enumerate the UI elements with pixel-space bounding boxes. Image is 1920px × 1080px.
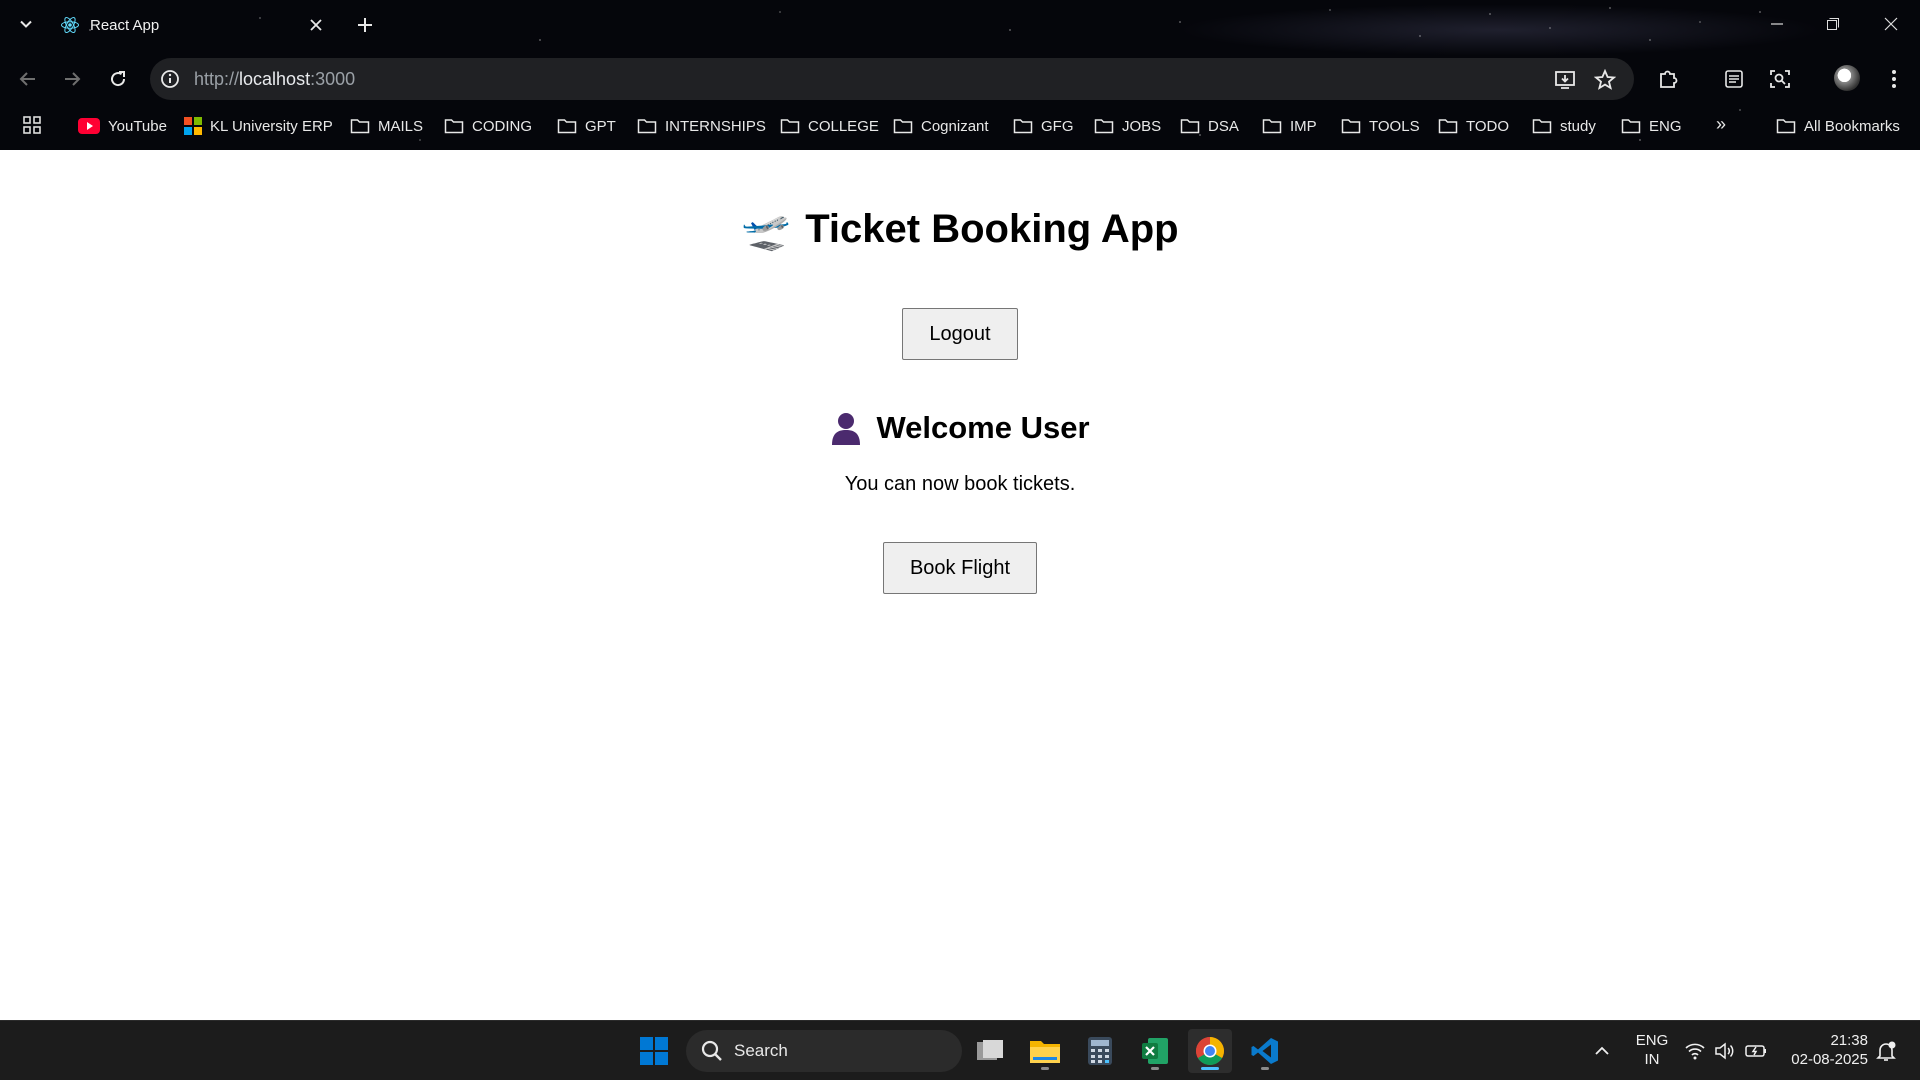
more-bookmarks-chevron-icon[interactable]: » [1716, 114, 1726, 135]
minimize-icon[interactable] [1762, 10, 1792, 38]
bookmark-folder-cognizant[interactable]: Cognizant [893, 114, 989, 138]
back-arrow-icon[interactable] [14, 65, 42, 93]
new-tab-plus-icon[interactable] [352, 12, 378, 38]
language-indicator[interactable]: ENG IN [1632, 1031, 1672, 1069]
folder-icon [1094, 119, 1114, 134]
show-hidden-icons-chevron-icon[interactable] [1590, 1039, 1614, 1063]
taskbar-search[interactable]: Search [686, 1030, 962, 1072]
erp-icon [184, 117, 202, 135]
bookmark-folder-mails[interactable]: MAILS [350, 114, 423, 138]
url-text: http://localhost:3000 [194, 68, 356, 89]
bookmark-youtube[interactable]: YouTube [78, 114, 167, 138]
bookmark-folder-dsa[interactable]: DSA [1180, 114, 1239, 138]
folder-icon [637, 119, 657, 134]
search-icon [701, 1040, 722, 1061]
browser-chrome: React App http://localhost:3000 YouTube … [0, 0, 1920, 150]
bookmark-folder-coding[interactable]: CODING [444, 114, 532, 138]
folder-icon [893, 119, 913, 134]
page-title-text: Ticket Booking App [805, 207, 1179, 251]
tab-search-chevron-icon[interactable] [14, 12, 38, 36]
close-window-icon[interactable] [1876, 10, 1906, 38]
tab-strip: React App [0, 0, 1920, 50]
browser-toolbar: http://localhost:3000 [0, 56, 1920, 102]
bookmark-folder-gfg[interactable]: GFG [1013, 114, 1074, 138]
folder-icon [1262, 119, 1282, 134]
excel-icon[interactable] [1133, 1029, 1177, 1073]
vscode-icon[interactable] [1243, 1029, 1287, 1073]
bookmark-folder-todo[interactable]: TODO [1438, 114, 1509, 138]
wifi-icon[interactable] [1684, 1040, 1706, 1062]
site-info-icon[interactable] [158, 67, 182, 91]
lens-screenshot-icon[interactable] [1766, 65, 1794, 93]
folder-icon [1013, 119, 1033, 134]
folder-icon [1621, 119, 1641, 134]
page-title: 🛫 Ticket Booking App [0, 206, 1920, 253]
forward-arrow-icon[interactable] [58, 65, 86, 93]
windows-start-icon[interactable] [632, 1029, 676, 1073]
folder-icon [1776, 119, 1796, 134]
bookmark-folder-jobs[interactable]: JOBS [1094, 114, 1161, 138]
tab-title: React App [90, 16, 160, 34]
welcome-heading: Welcome User [0, 410, 1920, 446]
bookmark-folder-gpt[interactable]: GPT [557, 114, 616, 138]
folder-icon [1341, 119, 1361, 134]
bookmark-folder-college[interactable]: COLLEGE [780, 114, 879, 138]
welcome-message: You can now book tickets. [844, 473, 1076, 495]
bookmark-folder-internships[interactable]: INTERNSHIPS [637, 114, 766, 138]
reading-list-icon[interactable] [1720, 65, 1748, 93]
file-explorer-icon[interactable] [1023, 1029, 1067, 1073]
calculator-icon[interactable] [1078, 1029, 1122, 1073]
folder-icon [350, 119, 370, 134]
address-bar[interactable]: http://localhost:3000 [150, 58, 1634, 100]
folder-icon [1532, 119, 1552, 134]
system-clock[interactable]: 21:38 02-08-2025 [1778, 1031, 1868, 1069]
apps-grid-icon[interactable] [22, 115, 44, 137]
folder-icon [557, 119, 577, 134]
tab-react-app[interactable]: React App [48, 6, 338, 44]
bookmark-kl-university-erp[interactable]: KL University ERP [184, 114, 333, 138]
battery-charging-icon[interactable] [1744, 1040, 1768, 1062]
volume-icon[interactable] [1714, 1040, 1736, 1062]
menu-kebab-icon[interactable] [1880, 65, 1908, 93]
bookmark-folder-imp[interactable]: IMP [1262, 114, 1317, 138]
folder-icon [1180, 119, 1200, 134]
bookmark-folder-study[interactable]: study [1532, 114, 1596, 138]
bookmarks-bar: YouTube KL University ERP MAILS CODING G… [0, 110, 1920, 140]
book-flight-button[interactable]: Book Flight [883, 542, 1037, 594]
notification-bell-icon[interactable] [1874, 1039, 1898, 1063]
folder-icon [780, 119, 800, 134]
taskbar: Search ENG IN 21:38 02-08-2025 [0, 1020, 1920, 1080]
all-bookmarks[interactable]: All Bookmarks [1776, 114, 1900, 138]
close-tab-icon[interactable] [304, 13, 328, 37]
page-content: 🛫 Ticket Booking App Logout Welcome User… [0, 150, 1920, 1020]
restore-icon[interactable] [1818, 10, 1848, 38]
user-silhouette-icon [830, 411, 862, 445]
install-app-icon[interactable] [1552, 67, 1578, 93]
airplane-departure-icon: 🛫 [741, 208, 792, 252]
bookmark-folder-tools[interactable]: TOOLS [1341, 114, 1420, 138]
welcome-heading-text: Welcome User [876, 410, 1090, 445]
folder-icon [444, 119, 464, 134]
react-icon [60, 15, 80, 35]
bookmark-star-icon[interactable] [1592, 67, 1618, 93]
profile-avatar[interactable] [1834, 65, 1860, 91]
task-view-icon[interactable] [968, 1029, 1012, 1073]
youtube-icon [78, 118, 100, 134]
logout-button[interactable]: Logout [902, 308, 1018, 360]
reload-icon[interactable] [104, 65, 132, 93]
folder-icon [1438, 119, 1458, 134]
extensions-puzzle-icon[interactable] [1654, 65, 1682, 93]
bookmark-folder-eng[interactable]: ENG [1621, 114, 1682, 138]
chrome-icon[interactable] [1188, 1029, 1232, 1073]
